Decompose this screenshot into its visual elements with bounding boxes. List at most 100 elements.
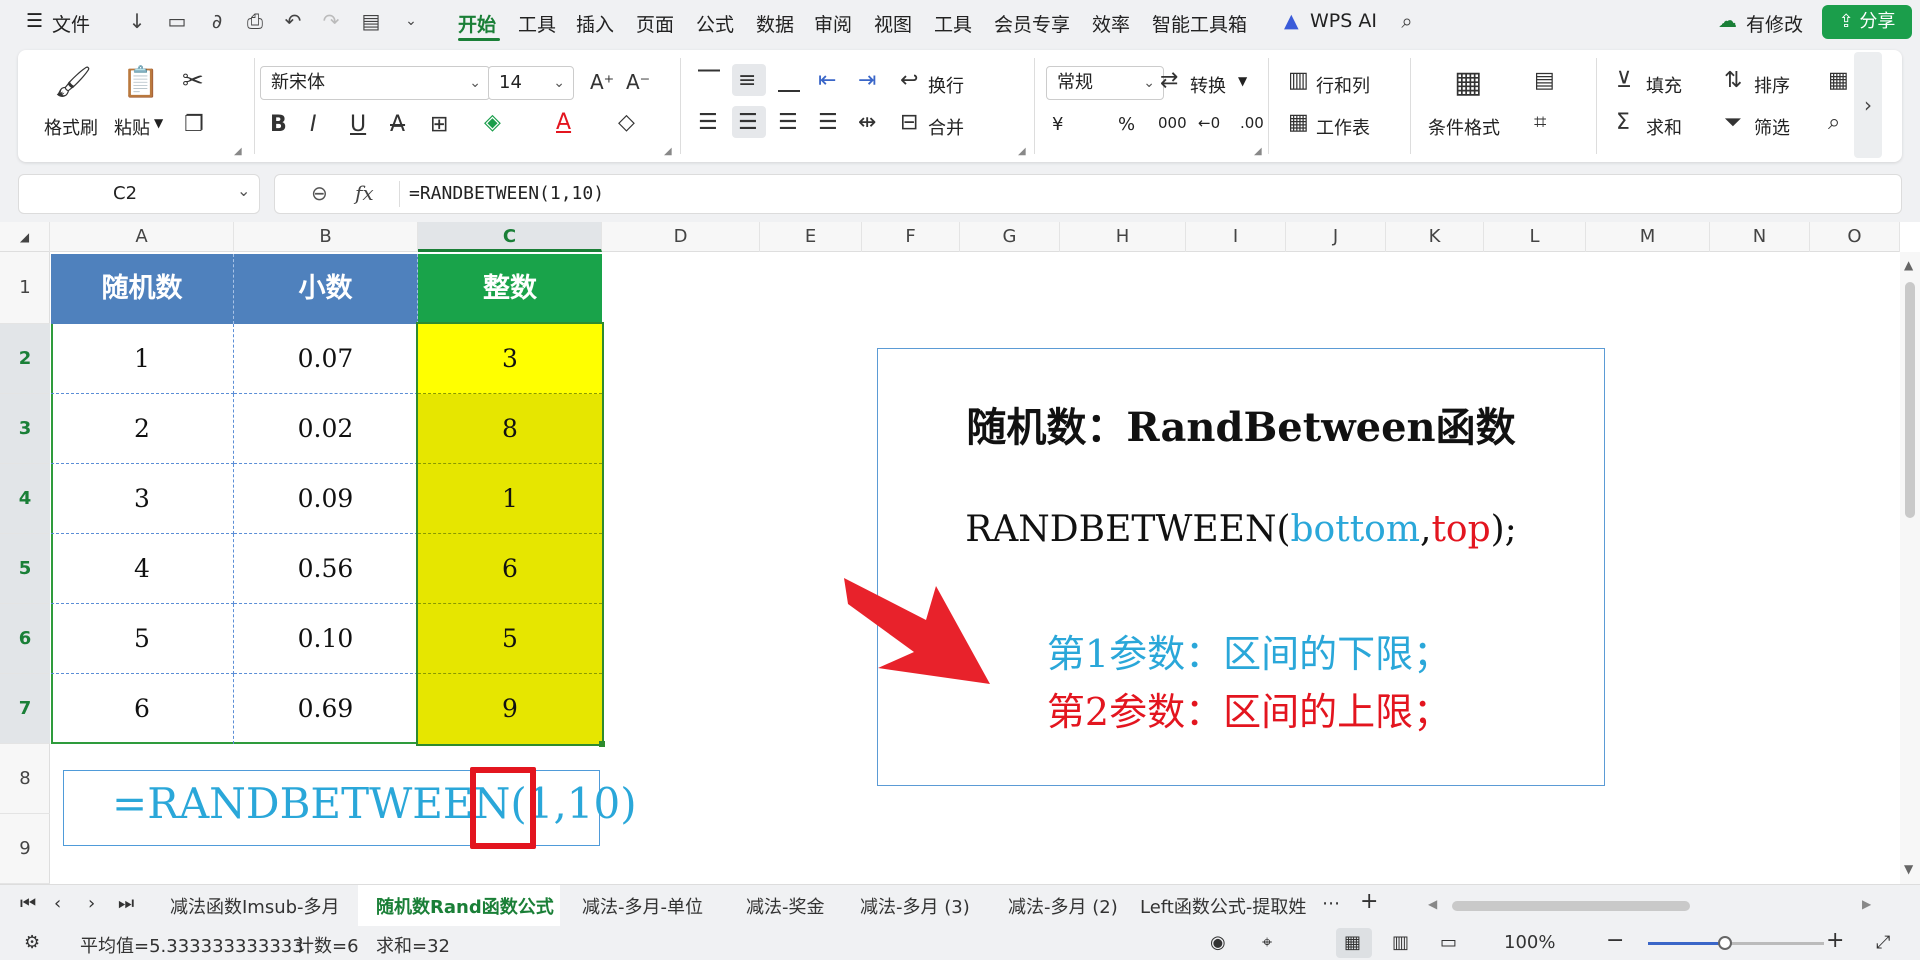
row-header-8[interactable]: 8: [0, 744, 50, 814]
cell-style-icon[interactable]: ▤: [1534, 70, 1555, 92]
justify-icon[interactable]: ☰: [818, 112, 838, 134]
fill-label[interactable]: 填充: [1646, 72, 1682, 98]
next-sheet-icon[interactable]: ›: [88, 893, 95, 914]
align-right-icon[interactable]: ☰: [778, 112, 798, 134]
cell-b2[interactable]: 0.07: [234, 324, 418, 394]
scrollbar-thumb[interactable]: [1905, 282, 1915, 518]
first-sheet-icon[interactable]: ⏮: [20, 893, 36, 914]
format-painter-icon[interactable]: 🖌: [54, 68, 92, 98]
sheet-tab[interactable]: Left函数公式-提取姓: [1140, 893, 1306, 919]
freeze-icon[interactable]: ▦: [1828, 70, 1849, 92]
zoom-in-icon[interactable]: +: [1826, 928, 1844, 953]
share-button[interactable]: ⇪ 分享: [1822, 5, 1912, 39]
sheet-tab[interactable]: 减法-多月 (2): [1008, 893, 1118, 919]
distribute-icon[interactable]: ⇹: [858, 112, 876, 134]
page-layout-icon[interactable]: ▥: [1392, 932, 1409, 953]
row-header-2[interactable]: 2: [0, 324, 50, 394]
sheet-tab[interactable]: 减法函数Imsub-多月: [170, 893, 340, 919]
underline-icon[interactable]: U: [350, 114, 366, 136]
cell-a3[interactable]: 2: [51, 394, 234, 464]
chevron-down-icon[interactable]: ⌄: [237, 181, 250, 200]
worksheet-label[interactable]: 工作表: [1316, 114, 1370, 140]
row-header-7[interactable]: 7: [0, 674, 50, 744]
scroll-up-icon[interactable]: ▲: [1904, 258, 1913, 272]
column-header-m[interactable]: M: [1586, 222, 1710, 252]
formula-input[interactable]: =RANDBETWEEN(1,10): [409, 183, 604, 204]
macro-icon[interactable]: ⚙: [24, 932, 40, 953]
cell-a7[interactable]: 6: [51, 674, 234, 744]
zoom-slider-handle[interactable]: [1718, 936, 1732, 950]
zoom-level[interactable]: 100%: [1504, 932, 1555, 953]
align-top-icon[interactable]: ⎺: [698, 70, 720, 92]
worksheet-icon[interactable]: ▦: [1288, 112, 1309, 134]
cell-a5[interactable]: 4: [51, 534, 234, 604]
copy-icon[interactable]: ❐: [184, 114, 204, 136]
cell-a6[interactable]: 5: [51, 604, 234, 674]
strikethrough-icon[interactable]: A: [390, 114, 405, 136]
wrap-icon[interactable]: ↩: [900, 70, 918, 92]
format-icon[interactable]: ▤: [358, 8, 384, 34]
filter-icon[interactable]: ⏷: [1724, 112, 1742, 134]
name-box[interactable]: C2 ⌄: [18, 174, 260, 214]
print-preview-icon[interactable]: ⎙: [242, 8, 268, 34]
row-header-1[interactable]: 1: [0, 252, 50, 324]
share-link-icon[interactable]: ∂: [204, 8, 230, 34]
cell-b3[interactable]: 0.02: [234, 394, 418, 464]
rows-cols-icon[interactable]: ▥: [1288, 70, 1309, 92]
select-all-corner[interactable]: ◢: [0, 222, 50, 252]
bold-icon[interactable]: B: [270, 114, 287, 136]
column-header-k[interactable]: K: [1386, 222, 1484, 252]
normal-view-icon[interactable]: ▦: [1344, 932, 1361, 953]
find-icon[interactable]: ⌕: [1828, 112, 1840, 134]
convert-icon[interactable]: ⇄: [1160, 70, 1178, 92]
column-header-e[interactable]: E: [760, 222, 862, 252]
number-launcher-icon[interactable]: ◢: [1254, 146, 1262, 157]
tab-smart-toolbox[interactable]: 智能工具箱: [1152, 10, 1247, 37]
column-header-b[interactable]: B: [234, 222, 418, 252]
thousands-button[interactable]: 000: [1158, 114, 1187, 132]
paste-label[interactable]: 粘贴: [114, 114, 150, 140]
row-header-5[interactable]: 5: [0, 534, 50, 604]
sheet-tab[interactable]: 减法-多月 (3): [860, 893, 970, 919]
scroll-down-icon[interactable]: ▼: [1904, 862, 1913, 876]
decrease-decimal-button[interactable]: .00: [1240, 114, 1264, 132]
clear-format-icon[interactable]: ◇: [618, 112, 635, 134]
row-header-9[interactable]: 9: [0, 814, 50, 884]
cell-a2[interactable]: 1: [51, 324, 234, 394]
indent-increase-icon[interactable]: ⇥: [858, 70, 876, 92]
column-header-a[interactable]: A: [50, 222, 234, 252]
sheet-tab[interactable]: 减法-奖金: [746, 893, 825, 919]
number-format-select[interactable]: 常规 ⌄: [1046, 66, 1164, 100]
format-painter-label[interactable]: 格式刷: [44, 114, 98, 140]
tab-member[interactable]: 会员专享: [994, 10, 1070, 37]
quick-access-dropdown-icon[interactable]: ⌄: [398, 8, 424, 34]
conditional-format-icon[interactable]: ▦: [1454, 68, 1482, 98]
column-header-c[interactable]: C: [418, 222, 602, 252]
currency-button[interactable]: ¥: [1052, 114, 1063, 135]
status-count[interactable]: 计数=6: [296, 932, 359, 958]
status-average[interactable]: 平均值=5.333333333333: [80, 932, 304, 958]
cell-b7[interactable]: 0.69: [234, 674, 418, 744]
horizontal-scrollbar-thumb[interactable]: [1452, 901, 1690, 911]
tab-tools[interactable]: 工具: [518, 10, 556, 37]
eye-protect-icon[interactable]: ◉: [1210, 932, 1226, 953]
align-launcher-icon[interactable]: ◢: [1018, 146, 1026, 157]
page-break-icon[interactable]: ▭: [1440, 932, 1457, 953]
hamburger-icon[interactable]: ☰: [26, 10, 43, 32]
formula-bar[interactable]: ⊖ fx =RANDBETWEEN(1,10): [274, 174, 1902, 214]
fill-icon[interactable]: ⊻: [1616, 70, 1632, 92]
tab-page[interactable]: 页面: [636, 10, 674, 37]
cell-a4[interactable]: 3: [51, 464, 234, 534]
save-icon[interactable]: ▭: [164, 8, 190, 34]
paste-icon[interactable]: 📋: [122, 68, 159, 98]
status-sum[interactable]: 求和=32: [376, 932, 450, 958]
increase-font-icon[interactable]: A⁺: [590, 72, 614, 92]
sheet-tab[interactable]: 减法-多月-单位: [582, 893, 703, 919]
fullscreen-icon[interactable]: ⤢: [1876, 932, 1890, 953]
column-header-l[interactable]: L: [1484, 222, 1586, 252]
explanation-text-box[interactable]: 随机数：RandBetween函数 RANDBETWEEN(bottom,top…: [877, 348, 1605, 786]
align-middle-icon[interactable]: ≡: [738, 70, 756, 92]
column-header-g[interactable]: G: [960, 222, 1060, 252]
sort-label[interactable]: 排序: [1754, 72, 1790, 98]
chevron-down-icon[interactable]: ▼: [1238, 74, 1247, 88]
